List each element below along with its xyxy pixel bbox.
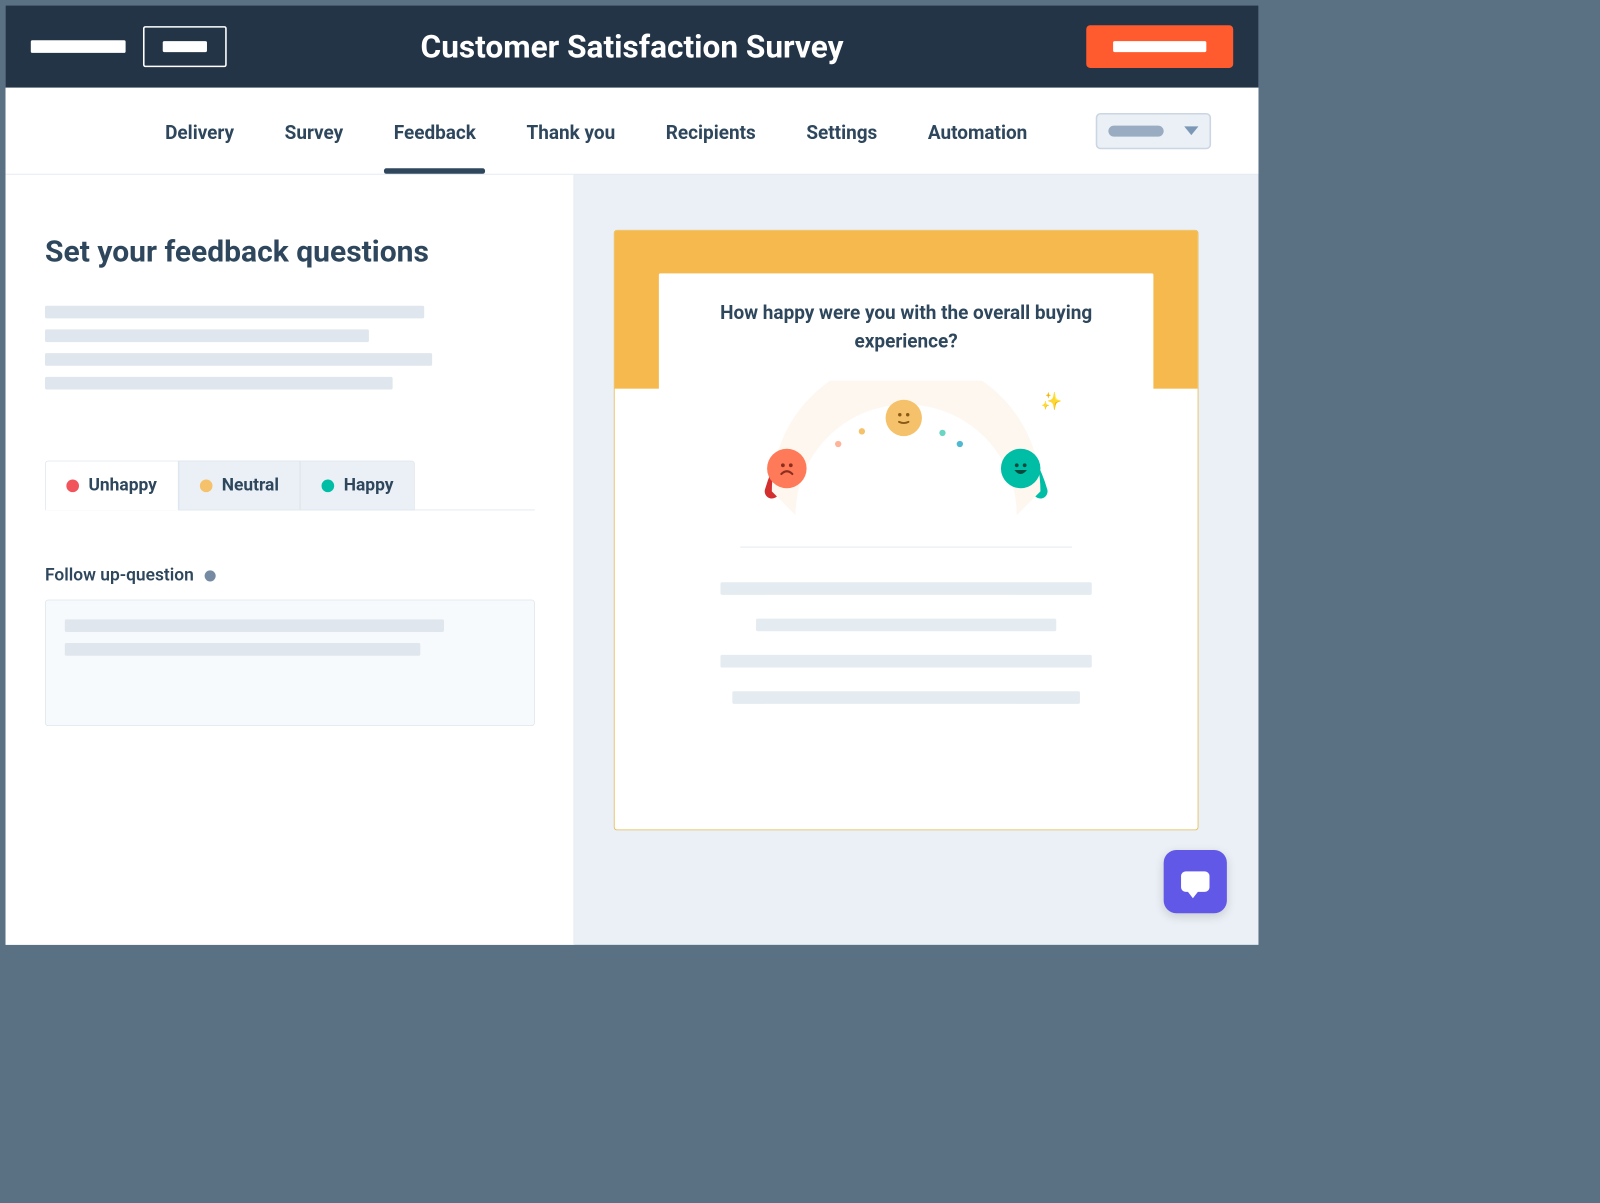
preview-question: How happy were you with the overall buyi… xyxy=(717,299,1096,356)
preview-body-line xyxy=(720,582,1091,595)
preview-body-line xyxy=(756,619,1056,632)
header-primary-button-label xyxy=(1113,41,1206,52)
header-brand-placeholder xyxy=(31,40,126,53)
dot-yellow-icon xyxy=(200,479,213,492)
top-header: Customer Satisfaction Survey xyxy=(6,6,1259,88)
tab-settings[interactable]: Settings xyxy=(805,90,879,172)
sentiment-tab-label: Unhappy xyxy=(88,476,156,496)
preview-body-line xyxy=(732,691,1080,704)
tab-survey[interactable]: Survey xyxy=(283,90,345,172)
textarea-placeholder-line xyxy=(65,619,444,632)
description-placeholder-line xyxy=(45,353,432,366)
section-heading: Set your feedback questions xyxy=(45,235,534,270)
sentiment-tab-label: Happy xyxy=(344,476,394,496)
view-dropdown-label xyxy=(1108,125,1163,136)
chat-bubble-icon xyxy=(1181,871,1209,892)
right-panel: How happy were you with the overall buyi… xyxy=(574,175,1258,945)
gauge-speck-icon xyxy=(835,441,841,447)
tab-recipients[interactable]: Recipients xyxy=(664,90,757,172)
textarea-placeholder-line xyxy=(65,643,421,656)
sentiment-tab-happy[interactable]: Happy xyxy=(300,461,415,511)
step-tabs-bar: Delivery Survey Feedback Thank you Recip… xyxy=(6,88,1259,175)
chat-widget-button[interactable] xyxy=(1164,850,1227,913)
follow-up-label: Follow up-question xyxy=(45,566,194,586)
satisfaction-gauge: ✨ xyxy=(748,381,1064,523)
dot-green-icon xyxy=(322,479,335,492)
gauge-speck-icon xyxy=(859,428,865,434)
survey-preview-frame: How happy were you with the overall buyi… xyxy=(614,230,1199,830)
header-secondary-button[interactable] xyxy=(143,26,227,67)
preview-divider xyxy=(740,547,1072,548)
preview-body-line xyxy=(720,655,1091,668)
dot-red-icon xyxy=(66,479,79,492)
info-dot-icon[interactable] xyxy=(205,570,216,581)
follow-up-label-row: Follow up-question xyxy=(45,566,534,586)
sentiment-tab-neutral[interactable]: Neutral xyxy=(178,461,300,511)
gauge-speck-icon xyxy=(957,441,963,447)
chevron-down-icon xyxy=(1184,126,1198,135)
sparkle-icon: ✨ xyxy=(1041,392,1063,412)
left-panel: Set your feedback questions Unhappy Neut… xyxy=(6,175,575,945)
face-neutral-icon[interactable] xyxy=(886,400,922,436)
description-placeholder-line xyxy=(45,306,424,319)
description-placeholder-line xyxy=(45,329,369,342)
tab-delivery[interactable]: Delivery xyxy=(164,90,236,172)
preview-body-placeholder xyxy=(720,582,1091,715)
header-primary-button[interactable] xyxy=(1086,25,1233,68)
header-secondary-button-label xyxy=(163,41,207,52)
tab-thank-you[interactable]: Thank you xyxy=(525,90,617,172)
gauge-speck-icon xyxy=(939,430,945,436)
main-content: Set your feedback questions Unhappy Neut… xyxy=(6,175,1259,945)
sentiment-tab-unhappy[interactable]: Unhappy xyxy=(45,461,178,511)
tab-automation[interactable]: Automation xyxy=(926,90,1029,172)
follow-up-textarea[interactable] xyxy=(45,600,535,726)
sentiment-tab-label: Neutral xyxy=(222,476,279,496)
view-dropdown[interactable] xyxy=(1096,113,1211,149)
description-placeholder-line xyxy=(45,377,393,390)
face-happy-icon[interactable] xyxy=(1001,449,1041,489)
preview-card: How happy were you with the overall buyi… xyxy=(659,273,1154,810)
tab-feedback[interactable]: Feedback xyxy=(392,90,477,172)
face-sad-icon[interactable] xyxy=(767,449,807,489)
sentiment-tabs: Unhappy Neutral Happy xyxy=(45,461,534,511)
